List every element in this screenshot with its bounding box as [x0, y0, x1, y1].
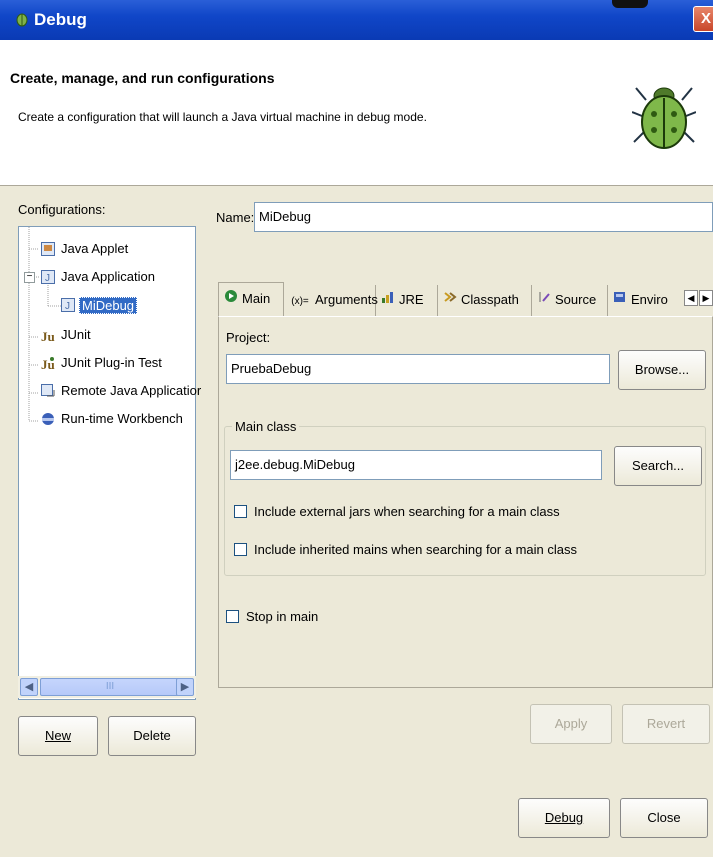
- project-field[interactable]: PruebaDebug: [226, 354, 610, 384]
- tab-scroll-right-icon[interactable]: ▶: [699, 290, 713, 306]
- debug-button[interactable]: Debug: [518, 798, 610, 838]
- debug-button-label: Debug: [544, 810, 584, 825]
- header-description: Create a configuration that will launch …: [18, 110, 427, 124]
- close-button-label: Close: [647, 810, 681, 825]
- new-button[interactable]: New: [18, 716, 98, 756]
- tab-bar: Main (x)= Arguments JRE Classpath Source …: [218, 282, 713, 316]
- scroll-right-icon[interactable]: ▶: [176, 678, 194, 696]
- revert-button-label: Revert: [646, 716, 686, 731]
- stop-in-main-checkbox[interactable]: [226, 610, 239, 623]
- java-applet-icon: [41, 242, 55, 256]
- include-external-jars-label: Include external jars when searching for…: [254, 504, 560, 519]
- junit-icon: Ju: [41, 328, 55, 344]
- window-title: Debug: [34, 10, 87, 29]
- tab-label: JRE: [399, 292, 424, 307]
- stop-in-main-label: Stop in main: [246, 609, 319, 624]
- name-label: Name:: [216, 210, 255, 225]
- name-field[interactable]: MiDebug: [254, 202, 713, 232]
- java-application-collapse-toggle[interactable]: −: [24, 272, 35, 283]
- main-tab-icon: [223, 284, 239, 315]
- tree-item-label: JUnit: [61, 327, 91, 342]
- tab-classpath[interactable]: Classpath: [438, 285, 532, 316]
- tree-item-label: Java Application: [61, 269, 155, 284]
- svg-text:J: J: [45, 273, 50, 284]
- new-button-label: New: [44, 728, 71, 743]
- search-button-label: Search...: [631, 458, 685, 473]
- tree-item-label: Remote Java Applicatior: [61, 383, 202, 398]
- revert-button[interactable]: Revert: [622, 704, 710, 744]
- source-tab-icon: [536, 286, 552, 315]
- delete-button-label: Delete: [133, 728, 171, 743]
- java-application-icon: J: [41, 270, 55, 284]
- tree-horizontal-scrollbar[interactable]: ◀ III ▶: [18, 676, 196, 698]
- apply-button-label: Apply: [554, 716, 588, 731]
- scroll-left-icon[interactable]: ◀: [20, 678, 38, 696]
- classpath-tab-icon: [442, 286, 458, 315]
- main-class-field[interactable]: j2ee.debug.MiDebug: [230, 450, 602, 480]
- apply-button[interactable]: Apply: [530, 704, 612, 744]
- title-bar: Debug X: [0, 0, 713, 40]
- svg-text:J: J: [65, 301, 70, 312]
- search-button[interactable]: Search...: [614, 446, 702, 486]
- tab-label: Enviro: [631, 292, 668, 307]
- tab-jre[interactable]: JRE: [376, 285, 438, 316]
- arguments-tab-icon: (x)=: [291, 296, 309, 307]
- dialog-header: Create, manage, and run configurations C…: [0, 40, 713, 186]
- tree-item-label: Java Applet: [61, 241, 129, 256]
- configurations-label: Configurations:: [18, 202, 106, 217]
- remote-java-icon: [41, 384, 55, 398]
- tab-scroll-left-icon[interactable]: ◀: [684, 290, 698, 306]
- project-label: Project:: [226, 330, 271, 345]
- tab-source[interactable]: Source: [532, 285, 608, 316]
- tree-item-label: JUnit Plug-in Test: [61, 355, 162, 370]
- tree-item-label: MiDebug: [79, 297, 138, 314]
- tab-environment[interactable]: Enviro: [608, 285, 684, 316]
- tab-arguments[interactable]: (x)= Arguments: [284, 285, 378, 316]
- debug-window-icon: [14, 11, 30, 32]
- tab-main[interactable]: Main: [218, 282, 284, 316]
- environment-tab-icon: [612, 286, 628, 315]
- junit-plugin-icon: Ju: [41, 356, 55, 372]
- include-external-jars-checkbox[interactable]: [234, 505, 247, 518]
- close-button[interactable]: Close: [620, 798, 708, 838]
- browse-button-label: Browse...: [634, 362, 690, 377]
- tab-label: Source: [555, 292, 597, 307]
- title-bar-notch: [612, 0, 648, 8]
- main-class-group-label: Main class: [232, 419, 300, 434]
- scrollbar-thumb[interactable]: III: [40, 678, 180, 696]
- header-title: Create, manage, and run configurations: [10, 70, 275, 86]
- tree-item-label: Run-time Workbench: [61, 411, 183, 426]
- tab-label: Arguments: [315, 292, 378, 307]
- delete-button[interactable]: Delete: [108, 716, 196, 756]
- include-inherited-mains-checkbox[interactable]: [234, 543, 247, 556]
- svg-text:Ju: Ju: [41, 329, 55, 344]
- tab-label: Main: [242, 291, 271, 306]
- include-inherited-mains-label: Include inherited mains when searching f…: [254, 542, 578, 557]
- java-config-icon: J: [61, 298, 75, 312]
- runtime-workbench-icon: [41, 412, 55, 426]
- jre-tab-icon: [380, 286, 396, 315]
- tab-label: Classpath: [461, 292, 519, 307]
- bug-icon: [631, 78, 697, 157]
- configurations-tree[interactable]: − Java Applet J Java Application J MiDeb…: [18, 226, 201, 700]
- browse-button[interactable]: Browse...: [618, 350, 706, 390]
- close-window-button[interactable]: X: [693, 6, 713, 32]
